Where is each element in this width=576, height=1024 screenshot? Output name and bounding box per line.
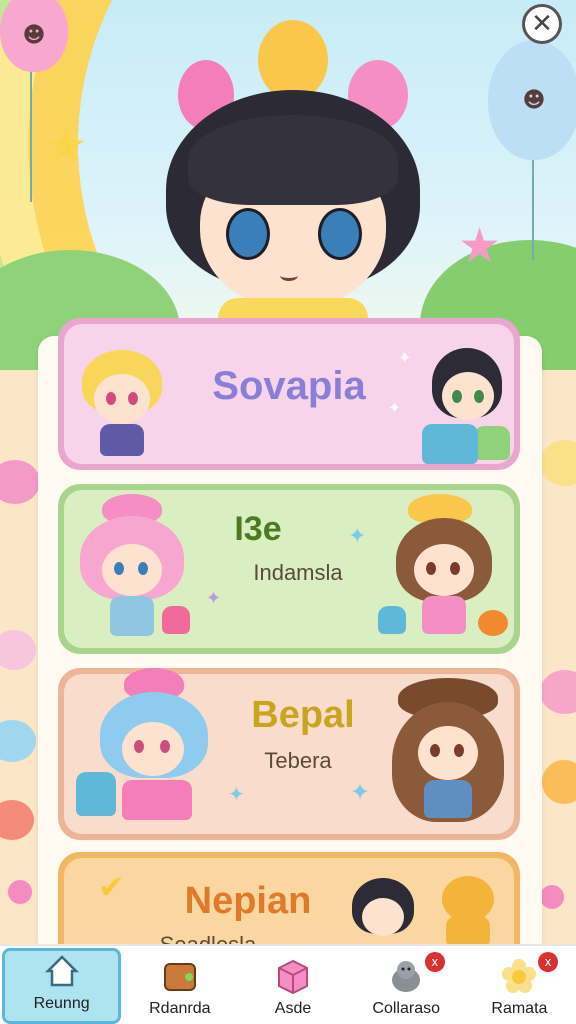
chibi-character-right — [422, 334, 512, 464]
laptop-chest — [422, 424, 478, 464]
nav-item-ramata[interactable]: x Ramata — [463, 946, 576, 1024]
sparkle-icon: ✦ — [388, 398, 402, 417]
chibi-eye — [138, 562, 148, 575]
hero-eye-right — [318, 208, 362, 260]
chibi-body — [424, 780, 472, 818]
chibi-face — [442, 372, 494, 420]
nav-label: Reunng — [33, 995, 90, 1012]
stage-card-1[interactable]: Sovapia ✦ ✦ — [58, 318, 520, 470]
flower-deco — [8, 880, 32, 904]
notification-badge: x — [538, 952, 559, 972]
chibi-eye — [160, 740, 170, 753]
close-button[interactable]: ✕ — [522, 4, 562, 44]
treasure-chest — [122, 780, 192, 820]
sparkle-icon: ✦ — [206, 588, 222, 609]
chibi-eye — [114, 562, 124, 575]
card-subtitle: Tebera — [264, 748, 332, 773]
seal-icon — [386, 956, 426, 996]
nav-label: Rdanrda — [149, 1000, 211, 1017]
hero-character — [148, 20, 438, 340]
game-scene: ☻ ☻ ★ ★ ✕ Sovapia ✦ ✦ I3e Indamsla ✦ ✦ B… — [0, 0, 576, 1024]
gift-box — [76, 772, 116, 816]
chibi-face — [418, 726, 478, 780]
chibi-character-left — [82, 340, 162, 460]
chibi-character-right — [348, 864, 418, 954]
balloon-face: ☻ — [522, 88, 546, 113]
card-title: I3e — [234, 510, 282, 548]
balloon-pink: ☻ — [0, 0, 68, 72]
stage-card-3[interactable]: Bepal Tebera ✦ ✦ — [58, 668, 520, 840]
flower-icon — [499, 956, 539, 996]
gift-box — [474, 426, 510, 460]
chibi-eye — [474, 390, 484, 403]
nav-item-collection[interactable]: x Collaraso — [350, 946, 463, 1024]
card-title: Nepian — [184, 880, 312, 922]
sparkle-icon: ✦ — [228, 782, 245, 806]
notification-badge: x — [424, 952, 445, 972]
chibi-eye — [106, 392, 116, 405]
chibi-character-left — [72, 494, 192, 644]
chibi-face — [122, 722, 184, 776]
chibi-body — [110, 596, 154, 636]
chibi-face — [362, 898, 404, 936]
chibi-eye — [454, 744, 464, 757]
chibi-eye — [450, 562, 460, 575]
flower-deco — [540, 885, 564, 909]
cube-icon — [273, 956, 313, 996]
nav-item-home[interactable]: Reunng — [2, 948, 122, 1024]
chibi-body — [100, 424, 144, 456]
nav-label: Collaraso — [372, 1000, 440, 1017]
close-icon: ✕ — [531, 9, 553, 39]
fox-body — [446, 916, 490, 946]
card-subtitle: Indamsla — [253, 560, 343, 585]
balloon-string — [30, 72, 32, 202]
bottom-nav-bar: Reunng Rdanrda Asde x Collaraso x Ramata — [0, 944, 576, 1024]
nav-label: Asde — [274, 1000, 312, 1017]
chibi-eye — [452, 390, 462, 403]
hero-bangs — [188, 115, 398, 205]
chibi-eye — [134, 740, 144, 753]
chibi-character-left — [76, 668, 216, 828]
chibi-eye — [128, 392, 138, 405]
sparkle-icon: ✦ — [350, 778, 371, 806]
chibi-eye — [426, 562, 436, 575]
wallet-icon — [160, 956, 200, 996]
chibi-eye — [430, 744, 440, 757]
hero-eye-left — [226, 208, 270, 260]
chibi-character-right — [388, 678, 508, 828]
balloon-face: ☻ — [22, 22, 46, 48]
chibi-character-right — [378, 494, 508, 644]
check-icon: ✔ — [98, 868, 125, 906]
card-title: Sovapia — [212, 364, 366, 408]
card-title: Bepal — [251, 694, 355, 736]
balloon-string — [532, 160, 534, 260]
chibi-body — [422, 596, 466, 634]
chibi-face — [94, 374, 150, 424]
hero-mouth — [280, 270, 298, 281]
crown-balloon — [258, 20, 328, 100]
sparkle-icon: ✦ — [348, 524, 367, 549]
chibi-face — [102, 544, 162, 596]
star-icon: ★ — [458, 218, 502, 274]
star-icon: ★ — [44, 118, 88, 174]
nav-item-wallet[interactable]: Rdanrda — [123, 946, 236, 1024]
nav-label: Ramata — [491, 1000, 548, 1017]
balloon-blue: ☻ — [488, 40, 576, 160]
pet-creature — [478, 610, 508, 636]
sparkle-icon: ✦ — [398, 348, 412, 367]
gift-box — [378, 606, 406, 634]
chibi-face — [414, 544, 474, 596]
fox-creature — [438, 866, 498, 946]
stage-card-2[interactable]: I3e Indamsla ✦ ✦ — [58, 484, 520, 654]
nav-item-cube[interactable]: Asde — [236, 946, 349, 1024]
gift-box — [162, 606, 190, 634]
home-icon — [42, 951, 82, 991]
